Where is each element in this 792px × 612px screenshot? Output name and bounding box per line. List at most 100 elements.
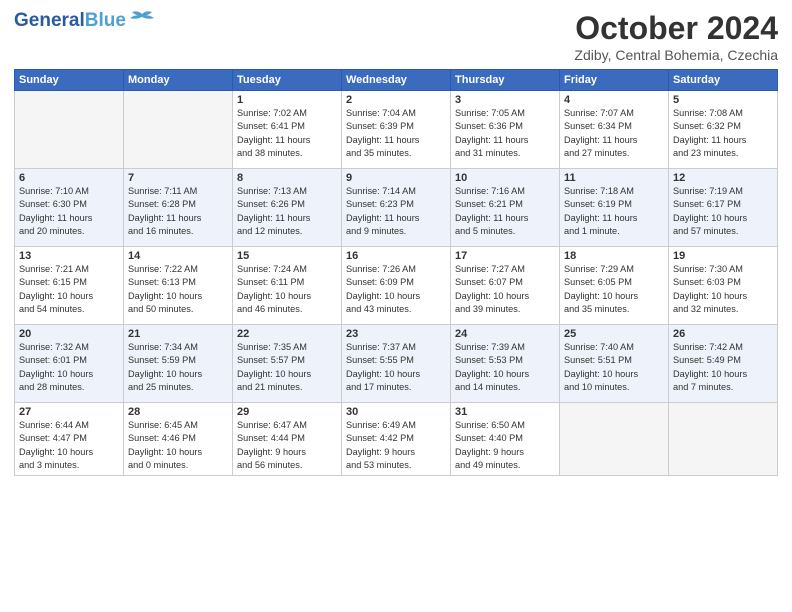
day-number: 4: [564, 94, 664, 106]
day-number: 8: [237, 172, 337, 184]
day-number: 18: [564, 250, 664, 262]
day-info: Sunrise: 7:08 AMSunset: 6:32 PMDaylight:…: [673, 107, 773, 160]
day-info: Sunrise: 6:50 AMSunset: 4:40 PMDaylight:…: [455, 419, 555, 472]
day-number: 9: [346, 172, 446, 184]
logo-blue: Blue: [85, 10, 126, 31]
calendar-day-cell: 20Sunrise: 7:32 AMSunset: 6:01 PMDayligh…: [15, 325, 124, 403]
calendar-week-row: 6Sunrise: 7:10 AMSunset: 6:30 PMDaylight…: [15, 169, 778, 247]
logo-bird-icon: [128, 10, 156, 28]
day-number: 19: [673, 250, 773, 262]
day-number: 10: [455, 172, 555, 184]
calendar-page: GeneralBlue October 2024 Zdiby, Central …: [0, 0, 792, 612]
day-number: 6: [19, 172, 119, 184]
day-number: 26: [673, 328, 773, 340]
col-header-thursday: Thursday: [451, 70, 560, 91]
day-info: Sunrise: 7:29 AMSunset: 6:05 PMDaylight:…: [564, 263, 664, 316]
day-info: Sunrise: 7:42 AMSunset: 5:49 PMDaylight:…: [673, 341, 773, 394]
col-header-saturday: Saturday: [669, 70, 778, 91]
day-info: Sunrise: 7:30 AMSunset: 6:03 PMDaylight:…: [673, 263, 773, 316]
location: Zdiby, Central Bohemia, Czechia: [574, 47, 778, 63]
calendar-day-cell: 13Sunrise: 7:21 AMSunset: 6:15 PMDayligh…: [15, 247, 124, 325]
day-info: Sunrise: 7:13 AMSunset: 6:26 PMDaylight:…: [237, 185, 337, 238]
calendar-day-cell: 18Sunrise: 7:29 AMSunset: 6:05 PMDayligh…: [560, 247, 669, 325]
day-number: 13: [19, 250, 119, 262]
title-block: October 2024 Zdiby, Central Bohemia, Cze…: [574, 10, 778, 63]
month-title: October 2024: [574, 10, 778, 47]
calendar-day-cell: 21Sunrise: 7:34 AMSunset: 5:59 PMDayligh…: [124, 325, 233, 403]
calendar-day-cell: 7Sunrise: 7:11 AMSunset: 6:28 PMDaylight…: [124, 169, 233, 247]
calendar-day-cell: 10Sunrise: 7:16 AMSunset: 6:21 PMDayligh…: [451, 169, 560, 247]
calendar-day-cell: 4Sunrise: 7:07 AMSunset: 6:34 PMDaylight…: [560, 91, 669, 169]
day-info: Sunrise: 7:26 AMSunset: 6:09 PMDaylight:…: [346, 263, 446, 316]
calendar-day-cell: [560, 403, 669, 476]
day-info: Sunrise: 6:44 AMSunset: 4:47 PMDaylight:…: [19, 419, 119, 472]
day-info: Sunrise: 7:19 AMSunset: 6:17 PMDaylight:…: [673, 185, 773, 238]
calendar-day-cell: 16Sunrise: 7:26 AMSunset: 6:09 PMDayligh…: [342, 247, 451, 325]
calendar-day-cell: 14Sunrise: 7:22 AMSunset: 6:13 PMDayligh…: [124, 247, 233, 325]
day-number: 24: [455, 328, 555, 340]
calendar-day-cell: 31Sunrise: 6:50 AMSunset: 4:40 PMDayligh…: [451, 403, 560, 476]
col-header-monday: Monday: [124, 70, 233, 91]
calendar-day-cell: 15Sunrise: 7:24 AMSunset: 6:11 PMDayligh…: [233, 247, 342, 325]
day-number: 27: [19, 406, 119, 418]
day-info: Sunrise: 7:11 AMSunset: 6:28 PMDaylight:…: [128, 185, 228, 238]
day-info: Sunrise: 7:05 AMSunset: 6:36 PMDaylight:…: [455, 107, 555, 160]
calendar-day-cell: 17Sunrise: 7:27 AMSunset: 6:07 PMDayligh…: [451, 247, 560, 325]
day-number: 28: [128, 406, 228, 418]
calendar-day-cell: 1Sunrise: 7:02 AMSunset: 6:41 PMDaylight…: [233, 91, 342, 169]
day-number: 25: [564, 328, 664, 340]
day-number: 20: [19, 328, 119, 340]
day-number: 21: [128, 328, 228, 340]
day-info: Sunrise: 7:10 AMSunset: 6:30 PMDaylight:…: [19, 185, 119, 238]
calendar-day-cell: 11Sunrise: 7:18 AMSunset: 6:19 PMDayligh…: [560, 169, 669, 247]
day-info: Sunrise: 7:40 AMSunset: 5:51 PMDaylight:…: [564, 341, 664, 394]
calendar-day-cell: 27Sunrise: 6:44 AMSunset: 4:47 PMDayligh…: [15, 403, 124, 476]
logo: GeneralBlue: [14, 10, 156, 32]
calendar-day-cell: 30Sunrise: 6:49 AMSunset: 4:42 PMDayligh…: [342, 403, 451, 476]
calendar-week-row: 20Sunrise: 7:32 AMSunset: 6:01 PMDayligh…: [15, 325, 778, 403]
day-number: 1: [237, 94, 337, 106]
calendar-day-cell: 24Sunrise: 7:39 AMSunset: 5:53 PMDayligh…: [451, 325, 560, 403]
calendar-day-cell: [669, 403, 778, 476]
day-number: 7: [128, 172, 228, 184]
day-info: Sunrise: 7:02 AMSunset: 6:41 PMDaylight:…: [237, 107, 337, 160]
day-info: Sunrise: 7:04 AMSunset: 6:39 PMDaylight:…: [346, 107, 446, 160]
col-header-friday: Friday: [560, 70, 669, 91]
day-number: 3: [455, 94, 555, 106]
day-number: 23: [346, 328, 446, 340]
header: GeneralBlue October 2024 Zdiby, Central …: [14, 10, 778, 63]
calendar-day-cell: 23Sunrise: 7:37 AMSunset: 5:55 PMDayligh…: [342, 325, 451, 403]
day-number: 5: [673, 94, 773, 106]
calendar-day-cell: 28Sunrise: 6:45 AMSunset: 4:46 PMDayligh…: [124, 403, 233, 476]
day-number: 14: [128, 250, 228, 262]
calendar-day-cell: 5Sunrise: 7:08 AMSunset: 6:32 PMDaylight…: [669, 91, 778, 169]
day-number: 15: [237, 250, 337, 262]
day-info: Sunrise: 7:39 AMSunset: 5:53 PMDaylight:…: [455, 341, 555, 394]
col-header-sunday: Sunday: [15, 70, 124, 91]
day-number: 16: [346, 250, 446, 262]
day-number: 29: [237, 406, 337, 418]
day-number: 12: [673, 172, 773, 184]
day-info: Sunrise: 7:16 AMSunset: 6:21 PMDaylight:…: [455, 185, 555, 238]
day-info: Sunrise: 7:35 AMSunset: 5:57 PMDaylight:…: [237, 341, 337, 394]
day-number: 17: [455, 250, 555, 262]
day-info: Sunrise: 7:27 AMSunset: 6:07 PMDaylight:…: [455, 263, 555, 316]
calendar-week-row: 27Sunrise: 6:44 AMSunset: 4:47 PMDayligh…: [15, 403, 778, 476]
col-header-tuesday: Tuesday: [233, 70, 342, 91]
calendar-day-cell: 6Sunrise: 7:10 AMSunset: 6:30 PMDaylight…: [15, 169, 124, 247]
calendar-week-row: 1Sunrise: 7:02 AMSunset: 6:41 PMDaylight…: [15, 91, 778, 169]
day-info: Sunrise: 6:45 AMSunset: 4:46 PMDaylight:…: [128, 419, 228, 472]
calendar-day-cell: 19Sunrise: 7:30 AMSunset: 6:03 PMDayligh…: [669, 247, 778, 325]
day-number: 2: [346, 94, 446, 106]
calendar-day-cell: 29Sunrise: 6:47 AMSunset: 4:44 PMDayligh…: [233, 403, 342, 476]
calendar-day-cell: 12Sunrise: 7:19 AMSunset: 6:17 PMDayligh…: [669, 169, 778, 247]
calendar-table: SundayMondayTuesdayWednesdayThursdayFrid…: [14, 69, 778, 476]
calendar-day-cell: [124, 91, 233, 169]
day-info: Sunrise: 7:21 AMSunset: 6:15 PMDaylight:…: [19, 263, 119, 316]
day-info: Sunrise: 7:14 AMSunset: 6:23 PMDaylight:…: [346, 185, 446, 238]
day-number: 31: [455, 406, 555, 418]
day-info: Sunrise: 6:49 AMSunset: 4:42 PMDaylight:…: [346, 419, 446, 472]
calendar-day-cell: 9Sunrise: 7:14 AMSunset: 6:23 PMDaylight…: [342, 169, 451, 247]
calendar-week-row: 13Sunrise: 7:21 AMSunset: 6:15 PMDayligh…: [15, 247, 778, 325]
day-number: 11: [564, 172, 664, 184]
